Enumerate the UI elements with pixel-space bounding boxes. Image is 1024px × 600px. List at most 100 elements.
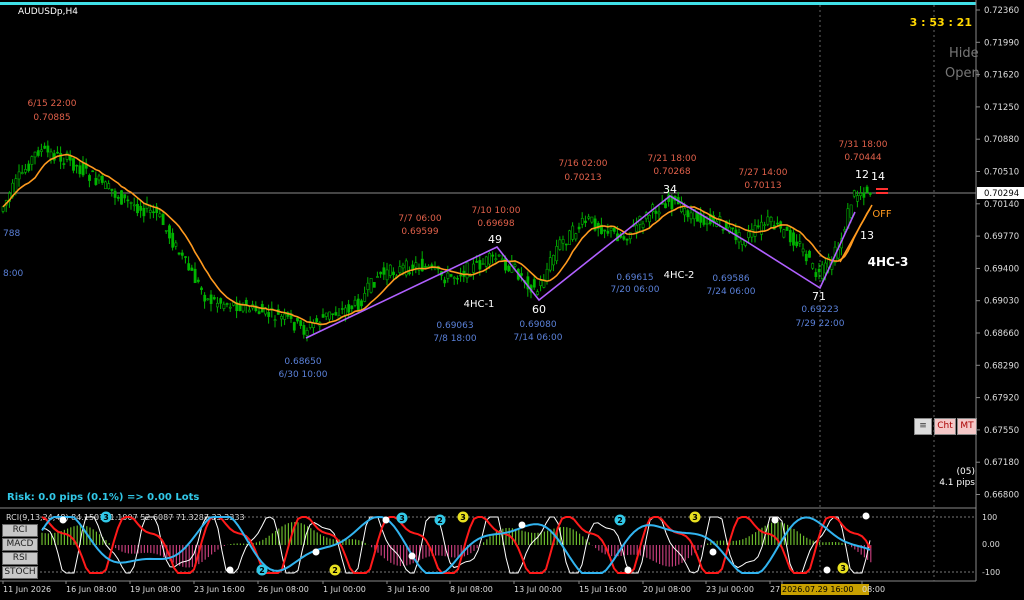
price-axis-label: 0.67180	[984, 458, 1019, 468]
price-axis-label: 0.67550	[984, 426, 1019, 436]
swing-high-date: 7/21 18:00	[647, 154, 696, 164]
swing-high-date: 7/10 10:00	[471, 206, 520, 216]
time-axis-label: 26 Jun 08:00	[258, 585, 309, 594]
top-border	[0, 2, 976, 5]
time-axis-label: 8 Jul 08:00	[450, 585, 493, 594]
swing-high-price: 0.70213	[564, 173, 601, 183]
price-axis-label: 0.67920	[984, 394, 1019, 404]
time-axis-label: 1 Jul 00:00	[323, 585, 366, 594]
time-axis-label: 19 Jun 08:00	[130, 585, 181, 594]
swing-high-price: 0.70113	[744, 181, 781, 191]
price-axis-label: 0.72360	[984, 6, 1019, 16]
swing-high-date: 7/27 14:00	[738, 168, 787, 178]
pattern-label: 4HC-3	[868, 255, 909, 269]
signal-badge-number: 2	[259, 566, 265, 575]
swing-low-date: 7/14 06:00	[513, 333, 562, 343]
count-label: 49	[488, 233, 502, 246]
price-axis-label: 0.71620	[984, 71, 1019, 81]
pattern-label: 4HC-1	[464, 299, 495, 310]
signal-badge-number: 3	[840, 564, 846, 573]
price-axis-label: 0.70880	[984, 135, 1019, 145]
swing-high-date: 6/15 22:00	[27, 99, 76, 109]
price-axis-label: 0.69770	[984, 232, 1019, 242]
price-marker	[876, 192, 888, 194]
swing-high-date: 7/7 06:00	[398, 214, 442, 224]
left-partial-price: 788	[3, 229, 20, 239]
price-axis-label: 0.66800	[984, 491, 1019, 501]
swing-high-price: 0.69698	[477, 219, 514, 229]
zigzag-line	[305, 195, 856, 339]
price-axis-label: 0.69030	[984, 297, 1019, 307]
indicator-axis-label: 0.00	[982, 540, 1000, 549]
swing-high-price: 0.70268	[653, 167, 690, 177]
time-axis-label: 20 Jul 08:00	[643, 585, 691, 594]
left-partial-date: 8:00	[3, 269, 23, 279]
time-axis-label: 08:00	[862, 585, 885, 594]
candle-timer: 3 : 53 : 21	[910, 16, 972, 29]
mt-button[interactable]: MT	[957, 418, 977, 435]
off-label[interactable]: OFF	[872, 209, 892, 220]
indicator-button-rci[interactable]: RCI	[2, 524, 38, 537]
time-axis: 11 Jun 2026 16 Jun 08:00 19 Jun 08:00 23 Ju…	[2, 581, 885, 595]
count-label: 12	[855, 168, 869, 181]
pattern-label: 4HC-2	[664, 270, 695, 281]
signal-badge-number: 3	[692, 513, 698, 522]
price-axis-label: 0.71990	[984, 38, 1019, 48]
swing-low-price: 0.68650	[284, 357, 321, 367]
price-axis-label: 0.68660	[984, 329, 1019, 339]
open-label[interactable]: Open	[945, 66, 980, 81]
swing-high-price: 0.69599	[401, 227, 438, 237]
time-axis-label: 3 Jul 16:00	[387, 585, 430, 594]
count-label: 71	[812, 290, 826, 303]
price-axis-label: 0.70140	[984, 200, 1019, 210]
price-marker	[876, 188, 888, 190]
price-axis-label: 0.70510	[984, 168, 1019, 178]
time-axis-label: 15 Jul 16:00	[579, 585, 627, 594]
swing-low-date: 7/24 06:00	[706, 287, 755, 297]
swing-low-date: 7/20 06:00	[610, 285, 659, 295]
indicator-axis-label: 100	[982, 513, 997, 522]
spread-pips: 4.1 pips	[939, 478, 975, 488]
signal-badge-number: 2	[437, 516, 443, 525]
swing-low-price: 0.69615	[616, 273, 653, 283]
swing-high-date: 7/16 02:00	[558, 159, 607, 169]
count-label: 14	[871, 170, 885, 183]
time-axis-label: 16 Jun 08:00	[66, 585, 117, 594]
chart-button[interactable]: Cht	[934, 418, 956, 435]
signal-badge-number: 3	[103, 513, 109, 522]
time-axis-label: 13 Jul 00:00	[514, 585, 562, 594]
price-axis: 0.72360 0.71990 0.71620 0.71250 0.70880 0.705…	[976, 6, 1019, 501]
hide-label[interactable]: Hide	[949, 46, 979, 61]
signal-badge-number: 3	[460, 513, 466, 522]
indicator-button-macd[interactable]: MACD	[2, 538, 38, 551]
swing-high-price: 0.70885	[33, 113, 70, 123]
swing-high-price: 0.70444	[844, 153, 881, 163]
time-axis-label: 2026.07.29 16:00	[782, 585, 853, 594]
count-label: 60	[532, 303, 546, 316]
swing-low-price: 0.69080	[519, 320, 556, 330]
count-label: 34	[663, 183, 677, 196]
spread-count: (05)	[957, 467, 975, 477]
swing-low-labels: 0.68650 6/30 10:00 0.69063 7/8 18:00 0.6…	[278, 273, 844, 380]
chart-title: AUDUSDp,H4	[18, 7, 78, 17]
list-icon-button[interactable]: ≡	[914, 418, 932, 435]
time-axis-label: 11 Jun 2026	[3, 585, 51, 594]
price-axis-label: 0.69400	[984, 264, 1019, 274]
indicator-axis: 100 0.00 -100	[982, 513, 1000, 577]
count-label: 13	[860, 229, 874, 242]
signal-badge-number: 2	[332, 566, 338, 575]
signal-badge-number: 2	[617, 516, 623, 525]
current-price-value: 0.70294	[984, 189, 1019, 199]
indicator-button-stoch[interactable]: STOCH	[2, 566, 38, 579]
time-axis-label: 27	[770, 585, 780, 594]
chart-window[interactable]: AUDUSDp,H4 3 : 53 : 21 Hide Open 788 8:0…	[0, 0, 1024, 600]
signal-badge-number: 3	[399, 514, 405, 523]
swing-low-price: 0.69063	[436, 321, 473, 331]
price-axis-label: 0.71250	[984, 103, 1019, 113]
risk-text: Risk: 0.0 pips (0.1%) => 0.00 Lots	[7, 492, 199, 503]
swing-low-date: 7/8 18:00	[433, 334, 477, 344]
swing-low-price: 0.69223	[801, 305, 838, 315]
indicator-button-rsi[interactable]: RSI	[2, 552, 38, 565]
swing-high-date: 7/31 18:00	[838, 140, 887, 150]
swing-low-date: 6/30 10:00	[278, 370, 327, 380]
